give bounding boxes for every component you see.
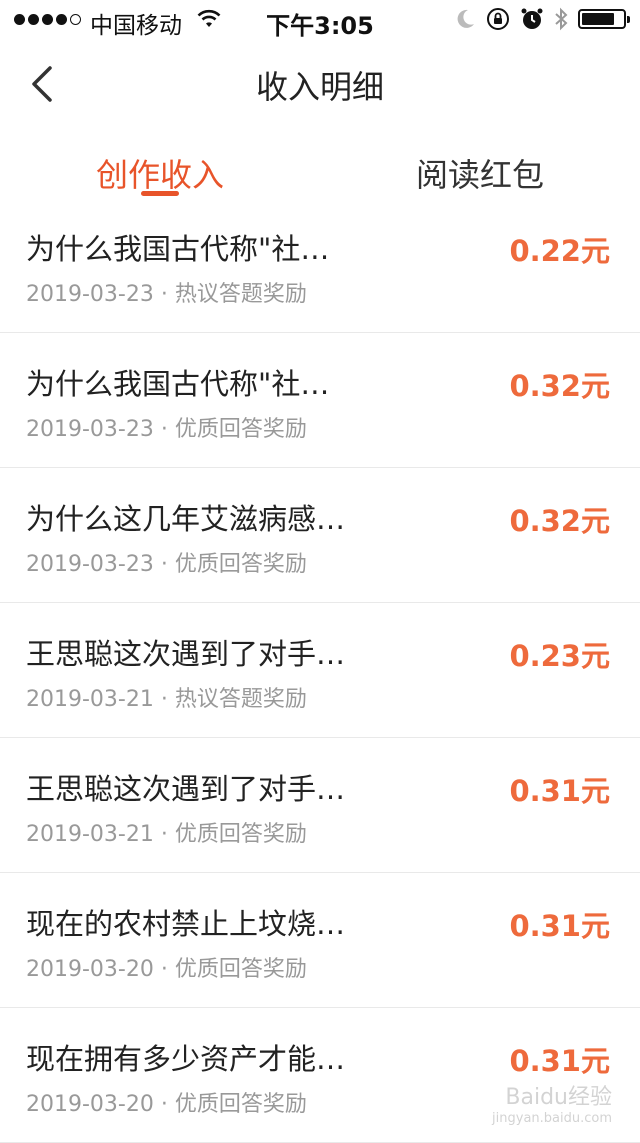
record-amount: 0.32元 — [509, 504, 610, 538]
meta-separator: · — [153, 552, 175, 577]
record-date: 2019-03-21 — [26, 822, 154, 847]
meta-separator: · — [153, 957, 175, 982]
watermark-text: Baidu经验 — [505, 1085, 612, 1110]
record-date: 2019-03-23 — [26, 552, 154, 577]
record-type: 优质回答奖励 — [174, 417, 307, 442]
record-type: 优质回答奖励 — [174, 822, 307, 847]
record-amount: 0.23元 — [509, 639, 610, 673]
record-meta: 2019-03-23 · 优质回答奖励 — [26, 411, 307, 443]
record-type: 热议答题奖励 — [174, 687, 307, 712]
record-type: 热议答题奖励 — [174, 282, 307, 307]
moon-icon — [457, 9, 474, 28]
record-meta: 2019-03-21 · 优质回答奖励 — [26, 816, 307, 848]
active-tab-indicator — [141, 191, 179, 196]
record-meta: 2019-03-23 · 热议答题奖励 — [26, 276, 307, 308]
battery-icon — [578, 9, 630, 29]
income-record-row[interactable]: 为什么我国古代称"社… 2019-03-23 · 优质回答奖励 0.32元 — [0, 333, 640, 468]
record-meta: 2019-03-20 · 优质回答奖励 — [26, 951, 307, 983]
watermark-url: jingyan.baidu.com — [492, 1111, 612, 1126]
income-record-row[interactable]: 现在的农村禁止上坟烧… 2019-03-20 · 优质回答奖励 0.31元 — [0, 873, 640, 1008]
record-amount: 0.31元 — [509, 774, 610, 808]
meta-separator: · — [153, 687, 175, 712]
navigation-bar: 收入明细 — [0, 40, 640, 128]
meta-separator: · — [153, 822, 175, 847]
record-title: 现在的农村禁止上坟烧… — [26, 907, 346, 941]
record-date: 2019-03-23 — [26, 417, 154, 442]
tab-label: 阅读红包 — [415, 156, 544, 194]
income-record-row[interactable]: 王思聪这次遇到了对手… 2019-03-21 · 优质回答奖励 0.31元 — [0, 738, 640, 873]
income-record-row[interactable]: 为什么我国古代称"社… 2019-03-23 · 热议答题奖励 0.22元 — [0, 198, 640, 333]
rotation-lock-icon — [487, 8, 509, 30]
tab-label: 创作收入 — [95, 156, 224, 194]
record-date: 2019-03-20 — [26, 1092, 154, 1117]
record-amount: 0.31元 — [509, 1044, 610, 1078]
record-title: 王思聪这次遇到了对手… — [26, 772, 346, 806]
record-amount: 0.22元 — [509, 234, 610, 268]
record-date: 2019-03-20 — [26, 957, 154, 982]
meta-separator: · — [153, 282, 175, 307]
record-amount: 0.32元 — [509, 369, 610, 403]
record-meta: 2019-03-21 · 热议答题奖励 — [26, 681, 307, 713]
record-title: 现在拥有多少资产才能… — [26, 1042, 346, 1076]
record-type: 优质回答奖励 — [174, 957, 307, 982]
bluetooth-icon — [555, 7, 568, 31]
record-meta: 2019-03-20 · 优质回答奖励 — [26, 1086, 307, 1118]
record-title: 为什么我国古代称"社… — [26, 232, 330, 266]
record-title: 为什么这几年艾滋病感… — [26, 502, 346, 536]
record-date: 2019-03-21 — [26, 687, 154, 712]
income-record-list: 为什么我国古代称"社… 2019-03-23 · 热议答题奖励 0.22元 为什… — [0, 198, 640, 1143]
income-record-row[interactable]: 为什么这几年艾滋病感… 2019-03-23 · 优质回答奖励 0.32元 — [0, 468, 640, 603]
record-title: 王思聪这次遇到了对手… — [26, 637, 346, 671]
record-amount: 0.31元 — [509, 909, 610, 943]
record-date: 2019-03-23 — [26, 282, 154, 307]
status-bar: 中国移动 下午3:05 — [0, 0, 640, 40]
meta-separator: · — [153, 417, 175, 442]
record-meta: 2019-03-23 · 优质回答奖励 — [26, 546, 307, 578]
record-type: 优质回答奖励 — [174, 1092, 307, 1117]
meta-separator: · — [153, 1092, 175, 1117]
baidu-jingyan-watermark: Baidu经验 jingyan.baidu.com — [492, 1079, 612, 1126]
page-title: 收入明细 — [255, 68, 384, 106]
record-title: 为什么我国古代称"社… — [26, 367, 330, 401]
alarm-clock-icon — [521, 8, 543, 29]
income-record-row[interactable]: 王思聪这次遇到了对手… 2019-03-21 · 热议答题奖励 0.23元 — [0, 603, 640, 738]
record-type: 优质回答奖励 — [174, 552, 307, 577]
